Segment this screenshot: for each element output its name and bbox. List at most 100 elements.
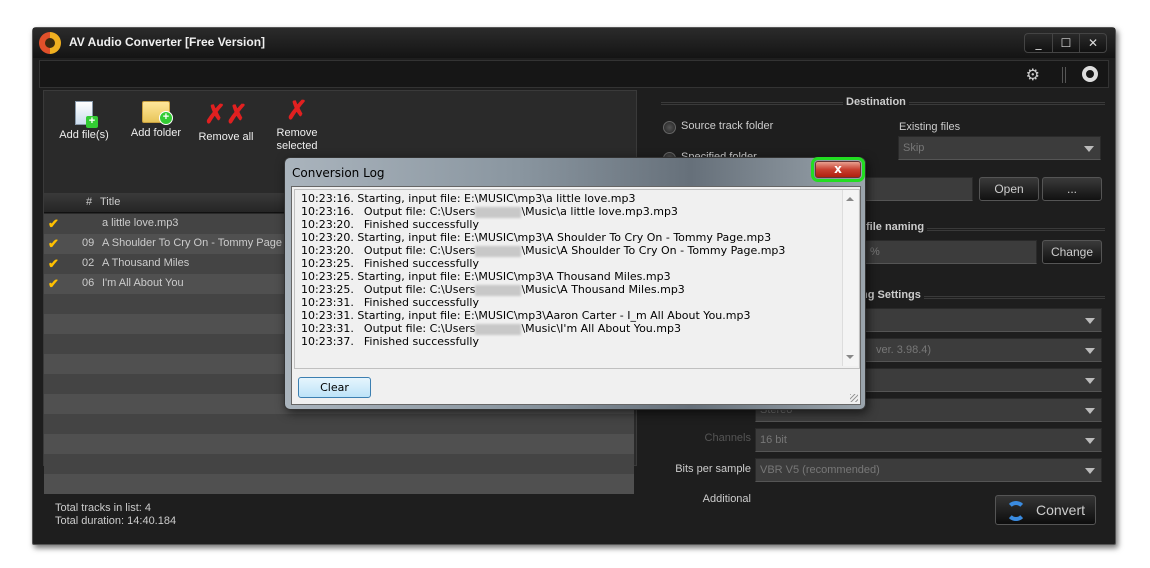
remove-all-button[interactable]: ✗✗ Remove all [196,101,256,144]
total-tracks: Total tracks in list: 4 [55,502,151,514]
convert-button[interactable]: Convert [995,495,1096,525]
log-message: Starting, input file: E:\MUSIC\mp3\A Tho… [353,270,671,283]
log-message: Output file: C:\Users \Music\A Shoulder T… [363,244,786,257]
redacted-username [475,245,522,257]
log-message: Finished successfully [363,335,479,348]
track-title: A Thousand Miles [102,257,190,269]
convert-label: Convert [1036,502,1086,518]
existing-files-value: Skip [903,142,925,154]
add-files-label: Add file(s) [59,129,109,141]
additional-label: Additional [702,493,751,505]
dropdown-arrow-icon [1085,318,1095,324]
toolbar: Add file(s) Add folder ✗✗ Remove all ✗ R… [44,91,636,153]
naming-pattern-value: % [870,246,880,258]
log-message: Finished successfully [363,218,479,231]
existing-files-label: Existing files [899,121,961,133]
additional-value: VBR V5 (recommended) [760,464,880,476]
track-title: I'm All About You [102,277,184,289]
app-logo-icon [39,32,61,54]
close-button[interactable]: ✕ [1079,34,1106,52]
window-controls: _ ☐ ✕ [1024,33,1107,53]
redacted-username [475,206,522,218]
top-bar: ⚙ [39,60,1109,88]
add-file-icon [75,101,98,128]
log-message: Starting, input file: E:\MUSIC\mp3\a lit… [353,192,636,205]
scroll-up-icon[interactable] [846,197,854,201]
scroll-down-icon[interactable] [846,355,854,359]
dropdown-arrow-icon [1085,408,1095,414]
log-message: Output file: C:\Users \Music\A Thousand M… [363,283,685,296]
log-time: 10:23:20. [301,231,354,244]
change-naming-button[interactable]: Change [1042,240,1102,264]
open-folder-button[interactable]: Open [979,177,1039,201]
clear-button[interactable]: Clear [298,377,371,398]
log-time: 10:23:20. [301,218,354,231]
add-folder-button[interactable]: Add folder [128,101,184,140]
log-message: Finished successfully [363,296,479,309]
remove-all-label: Remove all [198,131,254,143]
add-folder-icon [142,101,173,125]
conversion-log-dialog: Conversion Log x 10:23:16. Starting, inp… [284,157,866,410]
log-message: Starting, input file: E:\MUSIC\mp3\Aaron… [353,309,751,322]
column-number[interactable]: # [86,196,92,208]
source-folder-radio[interactable] [663,121,676,134]
log-line: 10:23:25. Output file: C:\Users \Music\A T… [301,283,853,296]
checked-icon[interactable]: ✔ [48,236,59,252]
window-title: AV Audio Converter [Free Version] [69,35,266,49]
track-title: a little love.mp3 [102,217,179,229]
column-title[interactable]: Title [100,196,120,208]
title-bar: AV Audio Converter [Free Version] _ ☐ ✕ [33,28,1115,58]
power-icon[interactable] [1082,66,1098,82]
log-message: Finished successfully [363,257,479,270]
existing-files-select[interactable]: Skip [898,136,1101,160]
log-line: 10:23:20. Finished successfully [301,218,853,231]
dropdown-arrow-icon [1085,468,1095,474]
log-scrollbar[interactable] [842,190,858,366]
log-message: Starting, input file: E:\MUSIC\mp3\A Sho… [353,231,772,244]
redacted-username [475,284,522,296]
empty-row [44,474,634,494]
log-time: 10:23:37. [301,335,354,348]
checked-icon[interactable]: ✔ [48,256,59,272]
additional-select[interactable]: VBR V5 (recommended) [755,458,1102,482]
log-time: 10:23:25. [301,283,354,296]
log-time: 10:23:31. [301,322,354,335]
log-line: 10:23:16. Starting, input file: E:\MUSIC… [301,192,853,205]
log-time: 10:23:20. [301,244,354,257]
minimize-button[interactable]: _ [1025,34,1052,52]
list-summary: Total tracks in list: 4 Total duration: … [55,502,176,528]
dialog-close-button[interactable]: x [811,157,865,182]
log-textarea[interactable]: 10:23:16. Starting, input file: E:\MUSIC… [294,189,860,369]
log-time: 10:23:31. [301,296,354,309]
bits-per-sample-label: Bits per sample [675,463,751,475]
dialog-title: Conversion Log [292,166,385,180]
remove-selected-label-1: Remove [276,127,318,139]
total-duration: Total duration: 14:40.184 [55,515,177,527]
log-line: 10:23:31. Starting, input file: E:\MUSIC… [301,309,853,322]
source-folder-label[interactable]: Source track folder [681,120,773,132]
resize-grip-icon[interactable] [850,394,858,402]
maximize-button[interactable]: ☐ [1052,34,1079,52]
remove-selected-button[interactable]: ✗ Remove selected [270,97,324,153]
checked-icon[interactable]: ✔ [48,276,59,292]
browse-folder-button[interactable]: ... [1042,177,1102,201]
empty-row [44,434,634,454]
channels-label: Channels [704,432,751,444]
log-line: 10:23:31. Finished successfully [301,296,853,309]
encoding-settings-title: ng Settings [858,289,924,301]
bits-per-sample-select[interactable]: 16 bit [755,428,1102,452]
add-files-button[interactable]: Add file(s) [56,101,112,142]
file-naming-title: file naming [863,221,928,233]
separator [1062,67,1066,83]
empty-row [44,414,634,434]
log-line: 10:23:20. Output file: C:\Users \Music\A S… [301,244,853,257]
track-number: 09 [82,237,95,249]
log-time: 10:23:25. [301,270,354,283]
log-message: Output file: C:\Users \Music\I'm All Abou… [363,322,681,335]
log-line: 10:23:25. Starting, input file: E:\MUSIC… [301,270,853,283]
remove-selected-label-2: selected [276,140,318,152]
checked-icon[interactable]: ✔ [48,216,59,232]
log-line: 10:23:25. Finished successfully [301,257,853,270]
settings-gear-icon[interactable]: ⚙ [1026,65,1040,84]
add-folder-label: Add folder [130,127,182,139]
